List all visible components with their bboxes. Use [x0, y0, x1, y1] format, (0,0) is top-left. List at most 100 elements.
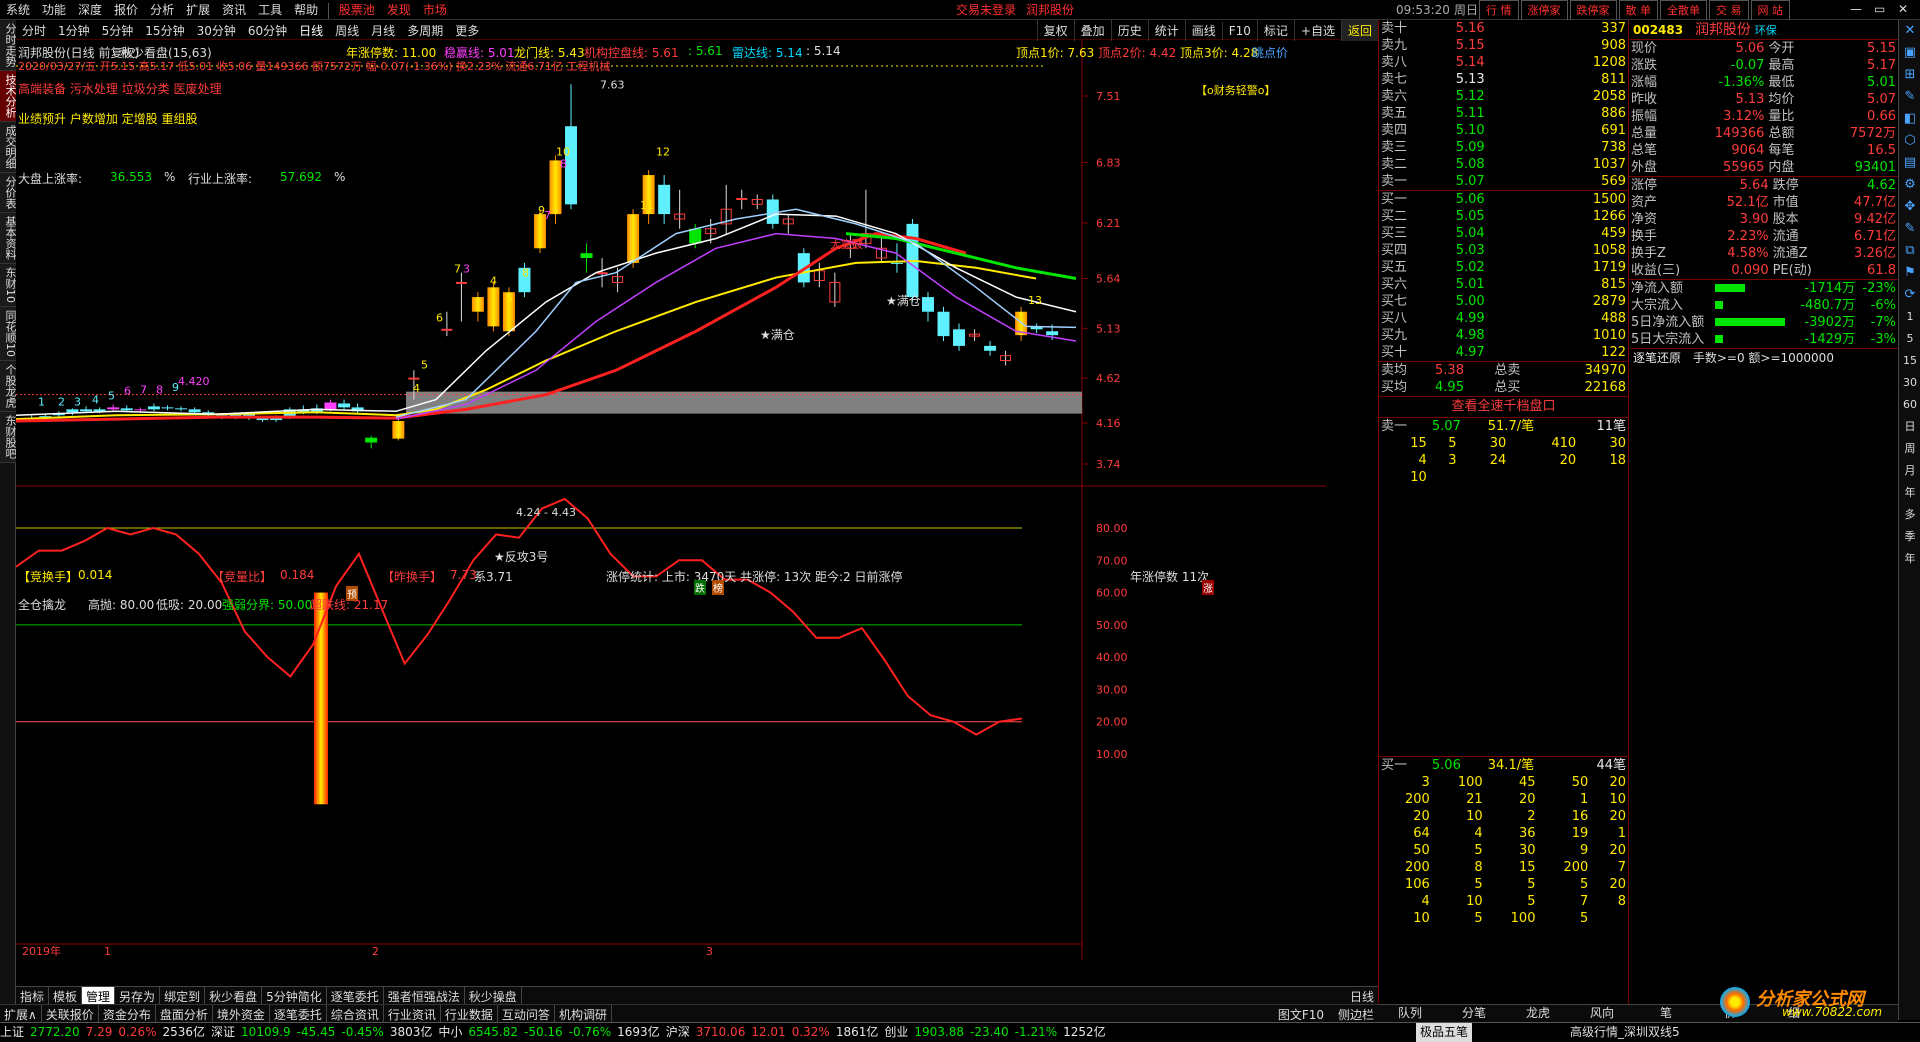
- strip-period-1[interactable]: 周: [1899, 438, 1920, 460]
- strip-minute-4[interactable]: 60: [1899, 394, 1920, 416]
- strip-icon-3[interactable]: ✎: [1899, 86, 1920, 108]
- menu-item-1[interactable]: 功能: [36, 0, 72, 20]
- strip-period-2[interactable]: 月: [1899, 460, 1920, 482]
- toolbar-btn-0[interactable]: 复权: [1036, 20, 1074, 41]
- period-tab-5[interactable]: 60分钟: [242, 20, 293, 41]
- top-button-3[interactable]: 散 单: [1618, 0, 1658, 22]
- toolbar-btn-8[interactable]: 返回: [1340, 20, 1378, 41]
- tick-title[interactable]: 逐笔还原: [1633, 351, 1681, 365]
- top-button-0[interactable]: 行 情: [1479, 0, 1519, 22]
- strip-minute-2[interactable]: 15: [1899, 350, 1920, 372]
- panel-tab-3[interactable]: 风向: [1570, 1005, 1634, 1022]
- level-price: 5.04: [1455, 226, 1485, 241]
- strip-icon-12[interactable]: ⟳: [1899, 284, 1920, 306]
- strip-icon-10[interactable]: ⧉: [1899, 240, 1920, 262]
- period-tab-4[interactable]: 30分钟: [191, 20, 242, 41]
- strip-minute-3[interactable]: 30: [1899, 372, 1920, 394]
- left-tab-6[interactable]: 同花顺10: [0, 307, 17, 361]
- toolbar-btn-2[interactable]: 历史: [1110, 20, 1148, 41]
- left-tab-4[interactable]: 基本资料: [0, 213, 17, 264]
- panel-tab-2[interactable]: 龙虎: [1506, 1005, 1570, 1022]
- toolbar-btn-6[interactable]: 标记: [1256, 20, 1294, 41]
- menu-item-0[interactable]: 系统: [0, 0, 36, 20]
- strip-period-3[interactable]: 年: [1899, 482, 1920, 504]
- strip-icon-8[interactable]: ✥: [1899, 196, 1920, 218]
- period-tab-1[interactable]: 1分钟: [52, 20, 96, 41]
- strip-icon-2[interactable]: ⊞: [1899, 64, 1920, 86]
- left-tab-0[interactable]: 分时走势: [0, 20, 17, 71]
- menu-item-4[interactable]: 分析: [144, 0, 180, 20]
- strip-minute-1[interactable]: 5: [1899, 328, 1920, 350]
- period-tab-8[interactable]: 月线: [365, 20, 401, 41]
- sell1-per: 51.7/笔: [1487, 419, 1535, 434]
- strip-minute-0[interactable]: 1: [1899, 306, 1920, 328]
- top-button-6[interactable]: 网 站: [1750, 0, 1790, 22]
- menu-item-3[interactable]: 报价: [108, 0, 144, 20]
- stock-tag[interactable]: 环保: [1755, 24, 1777, 37]
- info-value: 5.06: [1735, 41, 1765, 56]
- period-tab-2[interactable]: 5分钟: [96, 20, 140, 41]
- period-tab-3[interactable]: 15分钟: [139, 20, 190, 41]
- strip-period-0[interactable]: 日: [1899, 416, 1920, 438]
- menu-item-8[interactable]: 帮助: [288, 0, 324, 20]
- toolbar-btn-4[interactable]: 画线: [1184, 20, 1222, 41]
- left-tab-5[interactable]: 东财10: [0, 264, 17, 307]
- left-tab-2[interactable]: 成交明细: [0, 122, 17, 173]
- menu-item-7[interactable]: 工具: [252, 0, 288, 20]
- strip-icon-4[interactable]: ◧: [1899, 108, 1920, 130]
- period-tab-7[interactable]: 周线: [329, 20, 365, 41]
- f10-label[interactable]: 图文F10: [1278, 1006, 1324, 1023]
- wubi-input[interactable]: 极品五笔: [1416, 1023, 1473, 1042]
- top-button-2[interactable]: 跌停家: [1569, 0, 1617, 22]
- menu-red-item-1[interactable]: 发现: [381, 0, 417, 20]
- toolbar-btn-1[interactable]: 叠加: [1073, 20, 1111, 41]
- toolbar-btn-3[interactable]: 统计: [1147, 20, 1185, 41]
- panel-tab-1[interactable]: 分笔: [1442, 1005, 1506, 1022]
- period-tab-9[interactable]: 多周期: [401, 20, 449, 41]
- minimize-button[interactable]: —: [1846, 0, 1866, 18]
- tick-filter[interactable]: 手数>=0 额>=1000000: [1693, 351, 1834, 365]
- full-depth-link[interactable]: 查看全速千档盘口: [1379, 396, 1628, 417]
- strip-period-6[interactable]: 年: [1899, 548, 1920, 570]
- menu-red-item-2[interactable]: 市场: [417, 0, 453, 20]
- strip-icon-9[interactable]: ✎: [1899, 218, 1920, 240]
- sell-row-0: 卖十 5.16 337: [1379, 20, 1628, 37]
- panel-tab-4[interactable]: 笔: [1634, 1005, 1698, 1022]
- daily-label[interactable]: 日线: [1350, 988, 1374, 1005]
- finance-warning[interactable]: 【o财务轻警o】: [1196, 82, 1275, 98]
- info-label: 流通Z: [1772, 246, 1808, 261]
- left-tab-1[interactable]: 技术分析: [0, 71, 17, 122]
- strip-icon-1[interactable]: ▣: [1899, 42, 1920, 64]
- menu-item-6[interactable]: 资讯: [216, 0, 252, 20]
- top-button-4[interactable]: 全散单: [1660, 0, 1707, 22]
- sidebar-label[interactable]: 侧边栏: [1338, 1006, 1374, 1023]
- toolbar-btn-7[interactable]: +自选: [1293, 20, 1341, 41]
- strip-icon-6[interactable]: ▤: [1899, 152, 1920, 174]
- top-button-1[interactable]: 涨停家: [1520, 0, 1568, 22]
- panel-tab-0[interactable]: 队列: [1378, 1005, 1442, 1022]
- menu-red-item-0[interactable]: 股票池: [333, 0, 381, 20]
- left-tab-7[interactable]: 个股龙虎: [0, 361, 17, 412]
- restore-button[interactable]: ▭: [1870, 0, 1889, 18]
- strip-icon-5[interactable]: ⬡: [1899, 130, 1920, 152]
- menu-item-2[interactable]: 深度: [72, 0, 108, 20]
- strip-icon-11[interactable]: ⚑: [1899, 262, 1920, 284]
- period-tab-0[interactable]: 分时: [16, 20, 52, 41]
- period-tab-6[interactable]: 日线: [293, 20, 329, 41]
- top-button-5[interactable]: 交 易: [1709, 0, 1749, 22]
- osc-title[interactable]: 全仓擒龙: [18, 596, 66, 613]
- menu-item-5[interactable]: 扩展: [180, 0, 216, 20]
- login-notice[interactable]: 交易未登录: [950, 0, 1022, 20]
- strip-period-4[interactable]: 多: [1899, 504, 1920, 526]
- left-tab-3[interactable]: 分价表: [0, 173, 17, 213]
- kline-chart[interactable]: 7.51 6.83 6.21 5.64 5.13 4.62 4.16 3.74 1 2 3 4 5 6 7 8…: [16, 40, 1326, 960]
- strip-icon-0[interactable]: ✕: [1899, 20, 1920, 42]
- strip-period-5[interactable]: 季: [1899, 526, 1920, 548]
- period-tab-10[interactable]: 更多: [449, 20, 485, 41]
- toolbar-btn-5[interactable]: F10: [1221, 22, 1257, 40]
- candle-body: [736, 197, 748, 200]
- info-row: 资产 52.1亿 市值 47.7亿: [1629, 194, 1898, 211]
- close-icon[interactable]: ✕: [1894, 0, 1912, 18]
- left-tab-8[interactable]: 东财股吧: [0, 412, 17, 463]
- strip-icon-7[interactable]: ⚙: [1899, 174, 1920, 196]
